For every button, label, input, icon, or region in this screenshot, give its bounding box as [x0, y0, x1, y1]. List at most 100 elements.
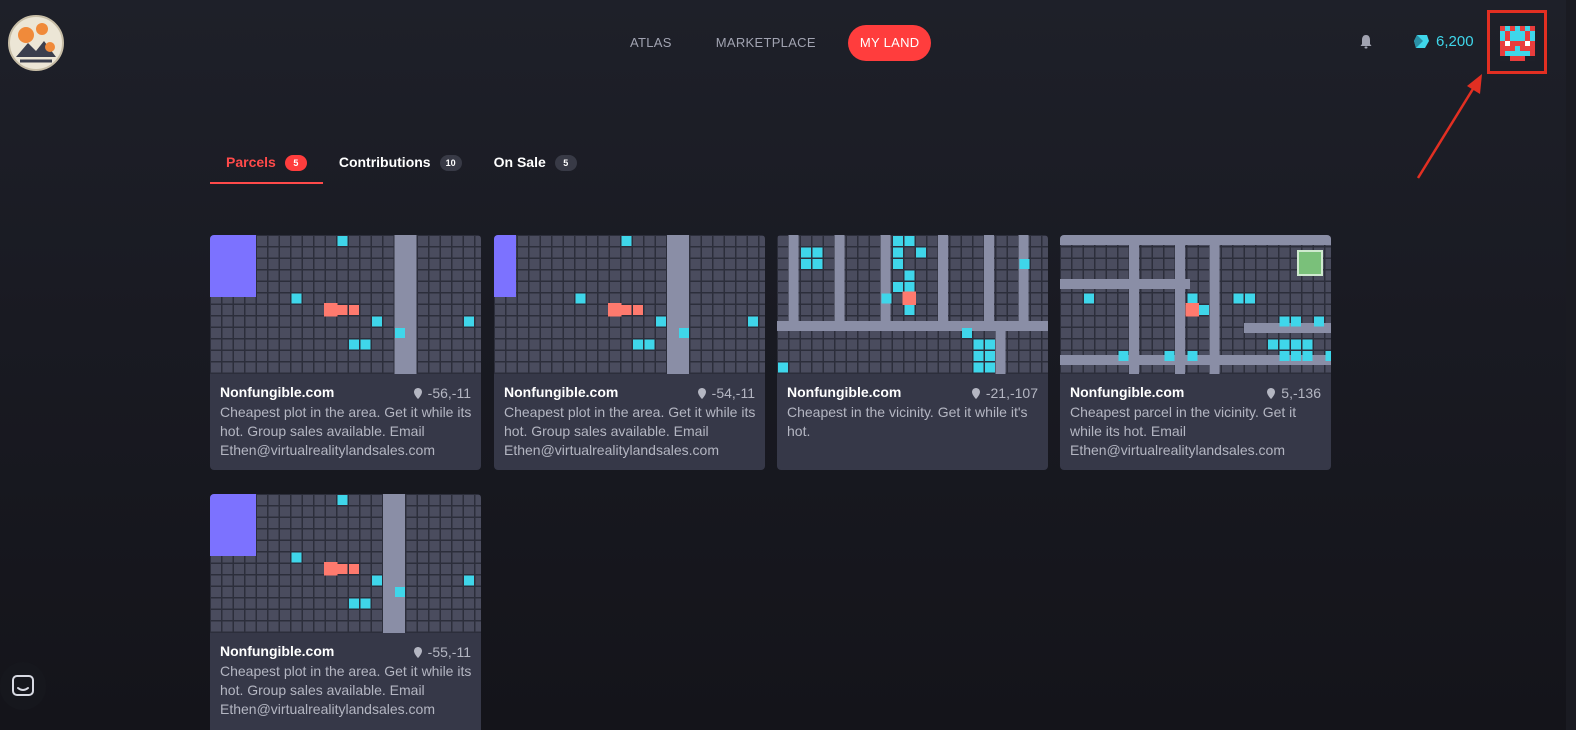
road — [777, 321, 1048, 331]
parcel-coords-value: -21,-107 — [985, 385, 1038, 401]
owned-parcel — [349, 598, 359, 609]
owned-parcel — [904, 236, 915, 246]
owned-parcel — [360, 598, 371, 609]
annotation-arrow — [1416, 74, 1482, 179]
road — [394, 235, 417, 374]
tab-parcels-label: Parcels — [226, 154, 276, 170]
parcel-map-thumbnail — [1060, 235, 1331, 374]
owned-parcel — [291, 293, 302, 304]
selected-parcel — [902, 291, 916, 305]
parcel-card-body: Nonfungible.com -21,-107 Cheapest in the… — [777, 374, 1048, 441]
owned-parcel — [1279, 316, 1290, 327]
selected-parcel — [608, 303, 622, 317]
owned-parcel — [1199, 305, 1209, 315]
parcel-card[interactable]: Nonfungible.com 5,-136 Cheapest parcel i… — [1060, 235, 1331, 470]
owned-parcel — [464, 575, 474, 586]
parcel-coords-value: -56,-11 — [427, 385, 471, 401]
owned-parcel — [893, 259, 903, 269]
parcel-coords: -55,-11 — [413, 644, 471, 660]
main-nav: ATLAS MARKETPLACE MY LAND — [618, 25, 932, 61]
location-pin-icon — [1267, 387, 1276, 399]
avatar[interactable] — [1500, 26, 1535, 61]
owned-parcel — [621, 236, 632, 246]
owned-parcel — [904, 270, 915, 281]
nav-my-land[interactable]: MY LAND — [847, 25, 932, 61]
owned-parcel — [1302, 339, 1313, 350]
owned-parcel — [1302, 351, 1313, 361]
parcel-card-body: Nonfungible.com -55,-11 Cheapest plot in… — [210, 633, 481, 719]
owned-parcel — [812, 259, 823, 269]
road — [834, 235, 845, 323]
owned-parcel — [893, 236, 903, 246]
owned-parcel — [904, 305, 915, 315]
owned-parcel — [464, 316, 474, 327]
parcel-card[interactable]: Nonfungible.com -56,-11 Cheapest plot in… — [210, 235, 481, 470]
tab-on-sale[interactable]: On Sale 5 — [478, 146, 593, 184]
parcel-card-body: Nonfungible.com 5,-136 Cheapest parcel i… — [1060, 374, 1331, 460]
owned-parcel — [1291, 316, 1301, 327]
parcel-coords: -56,-11 — [413, 385, 471, 401]
parcel-coords: -54,-11 — [697, 385, 755, 401]
owned-parcel — [973, 339, 984, 350]
owned-parcel — [748, 316, 758, 327]
selected-parcel — [324, 303, 338, 317]
owned-parcel — [801, 259, 811, 269]
owned-parcel — [1084, 293, 1094, 304]
mana-balance[interactable]: 6,200 — [1413, 33, 1474, 50]
page-scrollbar[interactable] — [1566, 0, 1576, 730]
district-block — [210, 494, 256, 556]
parcel-description: Cheapest parcel in the vicinity. Get it … — [1070, 404, 1297, 458]
parcel-card[interactable]: Nonfungible.com -54,-11 Cheapest plot in… — [494, 235, 765, 470]
owned-parcel — [372, 575, 382, 586]
tab-on-sale-count: 5 — [554, 155, 577, 171]
app-logo[interactable] — [8, 15, 64, 71]
parcel-description: Cheapest in the vicinity. Get it while i… — [787, 404, 1028, 439]
location-pin-icon — [413, 646, 422, 658]
owned-parcel — [973, 362, 984, 373]
location-pin-icon — [697, 387, 706, 399]
owned-parcel — [893, 247, 903, 258]
road — [667, 235, 689, 374]
owned-parcel — [962, 328, 972, 338]
owned-parcel — [801, 247, 811, 258]
parcel-map-thumbnail — [777, 235, 1048, 374]
chat-widget-button[interactable] — [0, 662, 46, 710]
owned-parcel — [1187, 293, 1198, 304]
owned-parcel — [916, 247, 926, 258]
selected-parcel — [337, 564, 348, 574]
tab-parcels[interactable]: Parcels 5 — [210, 146, 323, 184]
owned-parcel — [360, 339, 371, 350]
road — [1209, 235, 1220, 374]
owned-parcel — [1019, 259, 1030, 269]
parcel-card-body: Nonfungible.com -56,-11 Cheapest plot in… — [210, 374, 481, 460]
selected-parcel — [349, 564, 359, 574]
road — [1060, 279, 1190, 289]
owned-parcel — [1245, 293, 1255, 304]
location-pin-icon — [413, 387, 422, 399]
owned-parcel — [349, 339, 359, 350]
balance-amount: 6,200 — [1436, 33, 1474, 50]
selected-parcel — [324, 562, 338, 576]
tab-parcels-count: 5 — [284, 155, 307, 171]
owned-parcel — [291, 552, 302, 563]
road — [880, 235, 891, 323]
nav-marketplace[interactable]: MARKETPLACE — [704, 25, 828, 61]
owned-parcel — [985, 339, 995, 350]
plaza — [1297, 250, 1323, 276]
tab-on-sale-label: On Sale — [493, 154, 546, 170]
tab-contributions[interactable]: Contributions 10 — [323, 146, 478, 184]
district-block — [494, 235, 516, 297]
nav-atlas[interactable]: ATLAS — [618, 25, 684, 61]
bell-icon[interactable] — [1358, 34, 1374, 50]
road — [383, 494, 405, 633]
owned-parcel — [575, 293, 586, 304]
owned-parcel — [337, 236, 348, 246]
parcel-map-thumbnail — [210, 494, 481, 633]
owned-parcel — [893, 282, 903, 292]
parcel-description: Cheapest plot in the area. Get it while … — [220, 404, 472, 458]
selected-parcel — [621, 305, 632, 315]
parcel-card[interactable]: Nonfungible.com -55,-11 Cheapest plot in… — [210, 494, 481, 730]
owned-parcel — [395, 328, 405, 338]
owned-parcel — [337, 495, 348, 505]
parcel-card[interactable]: Nonfungible.com -21,-107 Cheapest in the… — [777, 235, 1048, 470]
